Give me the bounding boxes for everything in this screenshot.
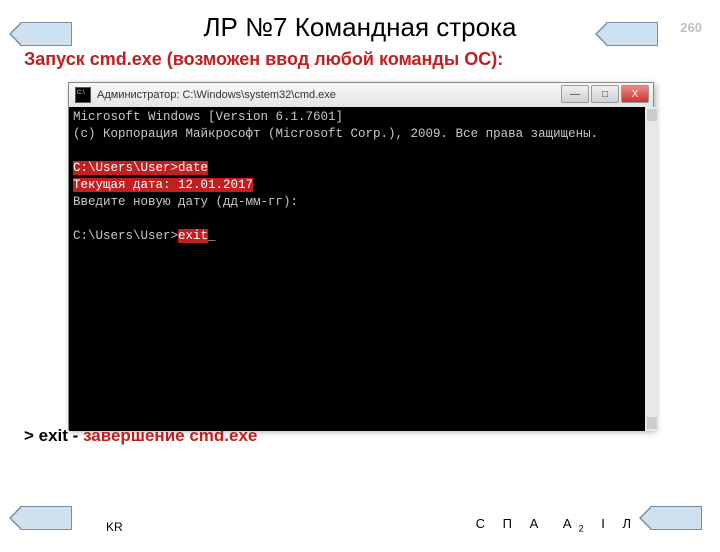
console-line: Microsoft Windows [Version 6.1.7601]	[73, 110, 343, 124]
footer-link-i[interactable]: I	[601, 516, 605, 531]
arrow-left-icon	[20, 22, 72, 46]
cursor: _	[208, 229, 216, 243]
cmd-output: Microsoft Windows [Version 6.1.7601] (c)…	[69, 107, 659, 431]
footer-link-a[interactable]: А	[530, 516, 539, 531]
close-button[interactable]: X	[621, 85, 649, 103]
cmd-window: Администратор: C:\Windows\system32\cmd.e…	[68, 82, 654, 430]
cmd-window-title: Администратор: C:\Windows\system32\cmd.e…	[97, 89, 336, 101]
console-highlight: C:\Users\User>date	[73, 161, 208, 175]
console-line: Введите новую дату (дд-мм-гг):	[73, 195, 298, 209]
page-number: 260	[680, 20, 702, 35]
footer-link-l[interactable]: Л	[622, 516, 631, 531]
footer-a2-letter: А	[563, 516, 572, 531]
console-cmd: exit	[178, 229, 208, 243]
maximize-button[interactable]: □	[591, 85, 619, 103]
footer-link-c[interactable]: С	[476, 516, 485, 531]
prev-arrow-top[interactable]	[20, 22, 72, 46]
console-line: (c) Корпорация Майкрософт (Microsoft Cor…	[73, 127, 598, 141]
cmd-icon	[75, 87, 91, 103]
footer-link-p[interactable]: П	[503, 516, 512, 531]
console-highlight: Текущая дата: 12.01.2017	[73, 178, 253, 192]
footer-kr[interactable]: KR	[106, 520, 123, 534]
footer-link-a2[interactable]: А2	[556, 516, 584, 531]
arrow-left-icon	[606, 22, 658, 46]
cmd-titlebar: Администратор: C:\Windows\system32\cmd.e…	[69, 83, 653, 107]
footer: KR С П А А2 I Л	[0, 510, 720, 534]
footer-a2-sub: 2	[579, 524, 584, 534]
console-highlight: exit	[178, 229, 208, 243]
scrollbar[interactable]	[645, 107, 659, 431]
minimize-button[interactable]: —	[561, 85, 589, 103]
window-controls: — □ X	[561, 85, 649, 103]
page-subtitle: Запуск cmd.exe (возможен ввод любой кома…	[24, 49, 720, 70]
footer-letters: С П А А2 I Л	[469, 516, 638, 534]
console-cmd: date	[178, 161, 208, 175]
console-prompt: C:\Users\User>	[73, 161, 178, 175]
back-arrow-top[interactable]	[606, 22, 658, 46]
console-prompt: C:\Users\User>	[73, 229, 178, 243]
